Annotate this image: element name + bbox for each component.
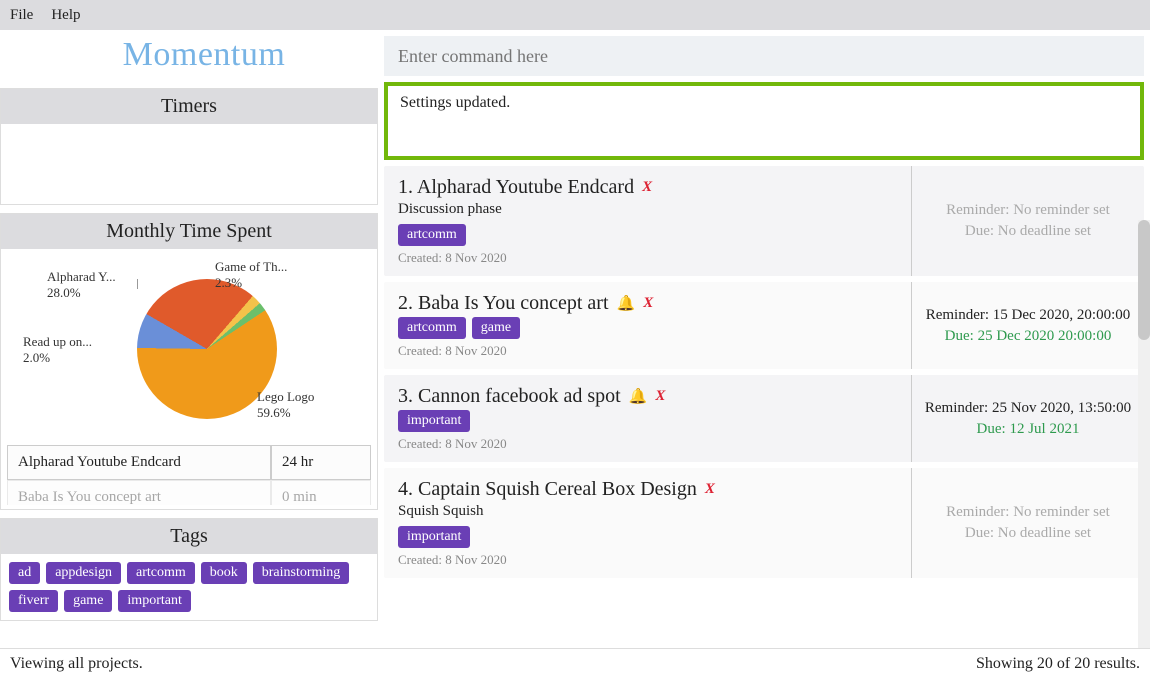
- pie-label-alpharad: Alpharad Y...28.0%: [47, 269, 137, 300]
- menu-help[interactable]: Help: [51, 7, 80, 24]
- project-row[interactable]: 3. Cannon facebook ad spot🔔XimportantCre…: [384, 375, 1144, 462]
- status-left: Viewing all projects.: [10, 655, 143, 673]
- menubar: File Help: [0, 0, 1150, 30]
- project-reminder: Reminder: No reminder set: [924, 504, 1132, 521]
- time-name: Baba Is You concept art: [7, 480, 271, 505]
- table-row[interactable]: Alpharad Youtube Endcard 24 hr: [7, 445, 371, 480]
- project-tags: important: [398, 526, 897, 548]
- timers-header: Timers: [1, 89, 377, 124]
- scrollbar-thumb[interactable]: [1138, 220, 1150, 340]
- pie-label-gameofth: Game of Th...2.3%: [215, 259, 315, 290]
- tags-body: ad appdesign artcomm book brainstorming fiver…: [1, 554, 377, 620]
- project-side: Reminder: No reminder set Due: No deadlin…: [912, 166, 1144, 276]
- project-row[interactable]: 1. Alpharad Youtube EndcardX Discussion p…: [384, 166, 1144, 276]
- sidebar: Momentum Timers Monthly Time Spent Alpha…: [0, 30, 378, 648]
- project-created: Created: 8 Nov 2020: [398, 343, 897, 359]
- tag-chip-artcomm[interactable]: artcomm: [127, 562, 195, 584]
- project-tags: artcomm game: [398, 317, 897, 339]
- project-row[interactable]: 2. Baba Is You concept art🔔XartcommgameC…: [384, 282, 1144, 369]
- main-panel: Settings updated. 1. Alpharad Youtube En…: [378, 30, 1150, 648]
- project-row[interactable]: 4. Captain Squish Cereal Box DesignX Squi…: [384, 468, 1144, 578]
- menu-file[interactable]: File: [10, 7, 33, 24]
- tag-chip-fiverr[interactable]: fiverr: [9, 590, 58, 612]
- timers-panel: Timers: [0, 88, 378, 205]
- status-right: Showing 20 of 20 results.: [976, 655, 1140, 673]
- project-main: 1. Alpharad Youtube EndcardX Discussion p…: [384, 166, 912, 276]
- project-reminder: Reminder: 15 Dec 2020, 20:00:00: [924, 307, 1132, 324]
- tag-chip-appdesign[interactable]: appdesign: [46, 562, 121, 584]
- monthly-body: Alpharad Y...28.0% Game of Th...2.3% Rea…: [1, 249, 377, 509]
- project-reminder: Reminder: 25 Nov 2020, 13:50:00: [924, 400, 1132, 417]
- close-icon[interactable]: X: [643, 295, 653, 312]
- project-side: Reminder: 25 Nov 2020, 13:50:00 Due: 12 J…: [912, 375, 1144, 462]
- tag-chip-important[interactable]: important: [118, 590, 190, 612]
- project-due: Due: 25 Dec 2020 20:00:00: [924, 328, 1132, 345]
- project-list[interactable]: 1. Alpharad Youtube EndcardX Discussion p…: [378, 166, 1150, 648]
- pie-slice: [137, 279, 277, 419]
- time-value: 0 min: [271, 480, 371, 505]
- app-logo: Momentum: [93, 36, 286, 74]
- pie-label-readup: Read up on...2.0%: [23, 334, 123, 365]
- close-icon[interactable]: X: [655, 388, 665, 405]
- bell-icon: 🔔: [629, 387, 648, 406]
- tags-panel: Tags ad appdesign artcomm book brainstorming…: [0, 518, 378, 621]
- tag-chip-brainstorming[interactable]: brainstorming: [253, 562, 350, 584]
- tag-chip-game[interactable]: game: [64, 590, 112, 612]
- project-created: Created: 8 Nov 2020: [398, 552, 897, 568]
- close-icon[interactable]: X: [705, 481, 715, 498]
- tag-chip-important[interactable]: important: [398, 526, 470, 548]
- project-due: Due: No deadline set: [924, 525, 1132, 542]
- table-row[interactable]: Baba Is You concept art 0 min: [7, 480, 371, 505]
- time-value: 24 hr: [271, 445, 371, 480]
- project-created: Created: 8 Nov 2020: [398, 436, 897, 452]
- project-side: Reminder: 15 Dec 2020, 20:00:00 Due: 25 D…: [912, 282, 1144, 369]
- project-tags: artcomm: [398, 224, 897, 246]
- scrollbar-track[interactable]: [1138, 220, 1150, 648]
- project-main: 4. Captain Squish Cereal Box DesignX Squi…: [384, 468, 912, 578]
- project-desc: Discussion phase: [398, 201, 897, 218]
- project-main: 3. Cannon facebook ad spot🔔XimportantCre…: [384, 375, 912, 462]
- project-title: 3. Cannon facebook ad spot🔔X: [398, 385, 897, 408]
- tags-header: Tags: [1, 519, 377, 554]
- pie-label-lego: Lego Logo59.6%: [257, 389, 357, 420]
- project-title: 1. Alpharad Youtube EndcardX: [398, 176, 897, 199]
- tag-chip-ad[interactable]: ad: [9, 562, 40, 584]
- timers-body: [1, 124, 377, 204]
- time-name: Alpharad Youtube Endcard: [7, 445, 271, 480]
- tag-chip-game[interactable]: game: [472, 317, 520, 339]
- project-due: Due: 12 Jul 2021: [924, 421, 1132, 438]
- tag-chip-book[interactable]: book: [201, 562, 247, 584]
- monthly-panel: Monthly Time Spent Alpharad Y...28.0% Ga…: [0, 213, 378, 510]
- project-desc: Squish Squish: [398, 503, 897, 520]
- statusbar: Viewing all projects. Showing 20 of 20 r…: [0, 648, 1150, 678]
- tag-chip-artcomm[interactable]: artcomm: [398, 224, 466, 246]
- project-title: 2. Baba Is You concept art🔔X: [398, 292, 897, 315]
- pie-chart: Alpharad Y...28.0% Game of Th...2.3% Rea…: [7, 259, 367, 439]
- project-created: Created: 8 Nov 2020: [398, 250, 897, 266]
- bell-icon: 🔔: [617, 294, 636, 313]
- project-title: 4. Captain Squish Cereal Box DesignX: [398, 478, 897, 501]
- project-side: Reminder: No reminder set Due: No deadlin…: [912, 468, 1144, 578]
- monthly-header: Monthly Time Spent: [1, 214, 377, 249]
- command-input[interactable]: [384, 36, 1144, 76]
- project-main: 2. Baba Is You concept art🔔XartcommgameC…: [384, 282, 912, 369]
- leader-line: [137, 279, 138, 289]
- tag-chip-artcomm[interactable]: artcomm: [398, 317, 466, 339]
- close-icon[interactable]: X: [642, 179, 652, 196]
- project-due: Due: No deadline set: [924, 223, 1132, 240]
- logo-wrap: Momentum: [0, 30, 378, 80]
- tag-chip-important[interactable]: important: [398, 410, 470, 432]
- status-message: Settings updated.: [384, 82, 1144, 160]
- app-body: Momentum Timers Monthly Time Spent Alpha…: [0, 30, 1150, 648]
- project-tags: important: [398, 410, 897, 432]
- project-reminder: Reminder: No reminder set: [924, 202, 1132, 219]
- time-table: Alpharad Youtube Endcard 24 hr Baba Is Y…: [7, 445, 371, 505]
